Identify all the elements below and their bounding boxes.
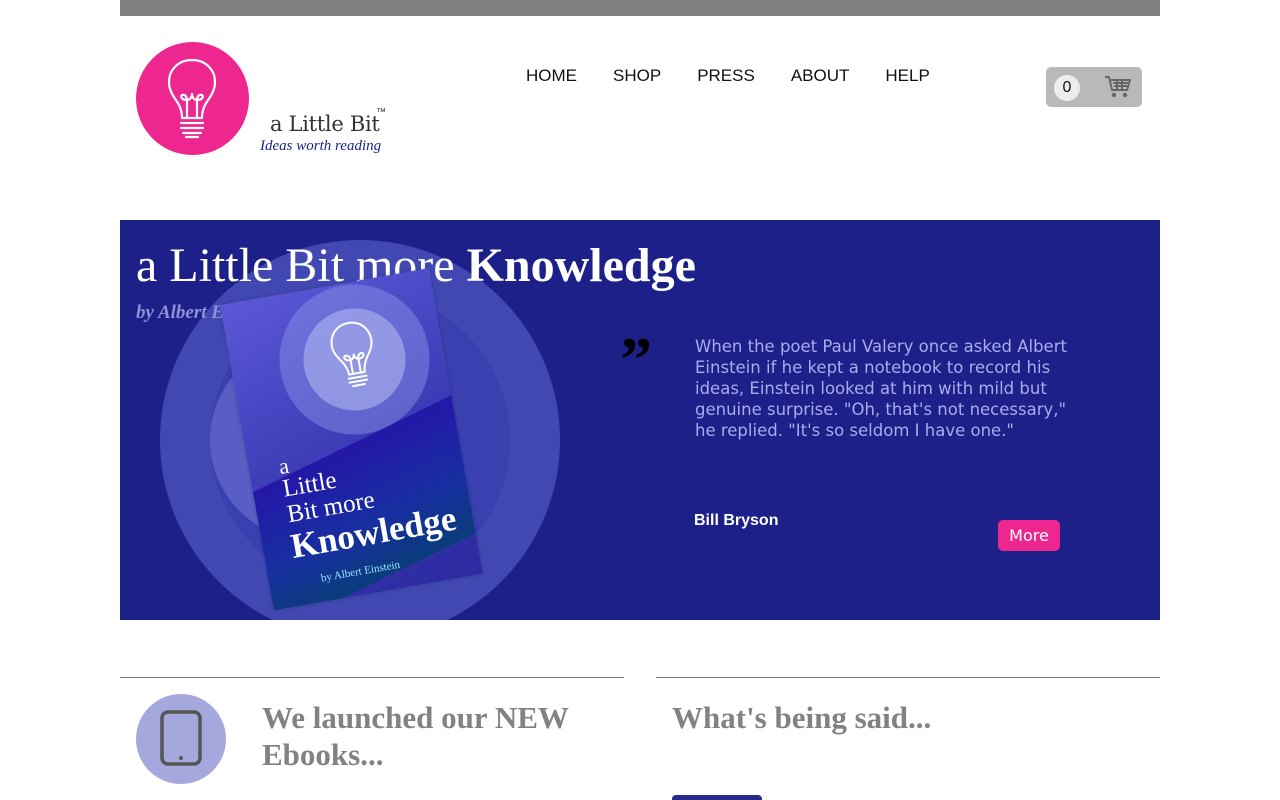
nav-home[interactable]: HOME [526, 66, 577, 86]
logo[interactable] [136, 42, 249, 155]
quote-mark-icon: ” [620, 324, 652, 395]
nav-about[interactable]: ABOUT [791, 66, 850, 86]
cart-count-badge: 0 [1054, 75, 1080, 101]
trademark-symbol: ™ [376, 107, 386, 118]
shopping-cart-icon [1105, 76, 1131, 98]
ebooks-section-divider [120, 677, 624, 678]
brand-tagline: Ideas worth reading [260, 138, 382, 154]
quote-author: Bill Bryson [694, 512, 779, 529]
nav-press[interactable]: PRESS [697, 66, 755, 86]
testimonials-section-title: What's being said... [672, 700, 932, 735]
tablet-icon [160, 710, 202, 766]
more-button[interactable]: More [998, 520, 1060, 551]
testimonials-tab[interactable] [672, 795, 762, 800]
ebooks-section-title[interactable]: We launched our NEW Ebooks... [262, 699, 602, 773]
main-nav: HOME SHOP PRESS ABOUT HELP [526, 66, 966, 86]
cart-button[interactable]: 0 [1046, 67, 1142, 107]
ebook-icon-circle [136, 694, 226, 784]
testimonials-section-divider [656, 677, 1160, 678]
top-bar [120, 0, 1160, 16]
lightbulb-icon [167, 58, 217, 139]
brand-name: a Little Bit [270, 112, 380, 136]
hero-title-bold: Knowledge [466, 239, 696, 292]
nav-shop[interactable]: SHOP [613, 66, 661, 86]
nav-help[interactable]: HELP [885, 66, 929, 86]
hero-quote: When the poet Paul Valery once asked Alb… [695, 337, 1067, 440]
